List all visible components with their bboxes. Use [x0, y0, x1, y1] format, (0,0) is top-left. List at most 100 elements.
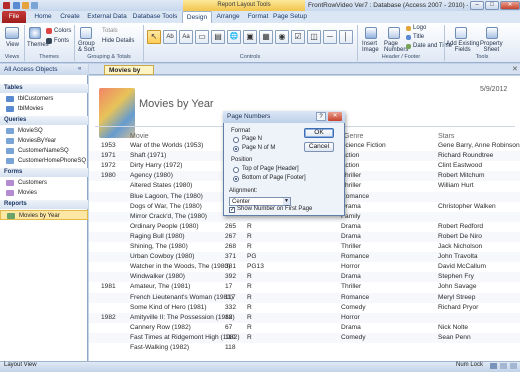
- add-fields-icon[interactable]: [455, 27, 467, 39]
- table-row[interactable]: 1981 Amateur, The (1981) 17 R Thriller John S…: [89, 282, 520, 292]
- nav-group-forms[interactable]: Forms: [0, 168, 88, 177]
- column-header-genre[interactable]: Genre: [344, 133, 363, 140]
- nav-item-customers[interactable]: Customers: [0, 178, 88, 188]
- option-button-control[interactable]: ◉: [275, 30, 289, 44]
- navigation-control[interactable]: ▣: [243, 30, 257, 44]
- top-of-page-radio[interactable]: [233, 167, 239, 173]
- nav-item-movies[interactable]: Movies: [0, 188, 88, 198]
- table-row[interactable]: French Lieutenant's Woman (1981) 117 R Roma…: [89, 292, 520, 303]
- row-genre[interactable]: Drama: [341, 323, 433, 333]
- row-rating[interactable]: R: [247, 313, 273, 323]
- attachment-control[interactable]: ◫: [307, 30, 321, 44]
- show-first-page-checkbox[interactable]: ✓: [229, 207, 235, 213]
- row-rating[interactable]: PG: [247, 252, 273, 262]
- row-stars[interactable]: Clint Eastwood: [438, 161, 520, 171]
- row-number[interactable]: 267: [225, 232, 243, 242]
- minimize-button[interactable]: –: [470, 1, 484, 10]
- tab-page-setup[interactable]: Page Setup: [272, 11, 308, 23]
- line-control[interactable]: ─: [323, 30, 337, 44]
- row-rating[interactable]: R: [247, 333, 273, 343]
- nav-pane-header[interactable]: All Access Objects: [0, 64, 88, 75]
- report-title[interactable]: Movies by Year: [139, 98, 214, 110]
- access-app-icon[interactable]: [3, 2, 10, 9]
- document-tab-movies-by-year[interactable]: Movies by Year: [104, 65, 154, 83]
- close-document-icon[interactable]: ✕: [512, 65, 518, 73]
- row-stars[interactable]: Sean Penn: [438, 333, 520, 343]
- table-row[interactable]: Urban Cowboy (1980) 371 PG Romance John Trav…: [89, 252, 520, 263]
- design-view-icon[interactable]: [500, 363, 507, 369]
- row-genre[interactable]: Horror: [341, 313, 433, 323]
- row-rating[interactable]: R: [247, 272, 273, 282]
- totals-button[interactable]: Totals: [102, 28, 118, 34]
- themes-icon[interactable]: [29, 27, 41, 39]
- row-stars[interactable]: Richard Pryor: [438, 303, 520, 313]
- nav-item-customernamesq[interactable]: CustomerNameSQ: [0, 146, 88, 156]
- row-rating[interactable]: R: [247, 323, 273, 333]
- row-genre[interactable]: Horror: [341, 262, 433, 272]
- table-row[interactable]: Raging Bull (1980) 267 R Drama Robert De Nir…: [89, 231, 520, 242]
- tab-control[interactable]: ▤: [211, 30, 225, 44]
- table-row[interactable]: Fast Times at Ridgemont High (1982) 110 R C…: [89, 332, 520, 343]
- insert-image-button[interactable]: Insert Image: [362, 41, 379, 53]
- row-rating[interactable]: R: [247, 282, 273, 292]
- row-stars[interactable]: Robert Mitchum: [438, 171, 520, 181]
- table-row[interactable]: 1982 Amityville II: The Possession (1982)…: [89, 312, 520, 323]
- row-genre[interactable]: Science Fiction: [341, 141, 433, 151]
- report-date[interactable]: 5/9/2012: [480, 86, 507, 93]
- row-stars[interactable]: Richard Roundtree: [438, 151, 520, 161]
- page-n-of-m-radio[interactable]: [233, 146, 239, 152]
- bottom-of-page-radio[interactable]: [233, 176, 239, 182]
- row-number[interactable]: 381: [225, 262, 243, 272]
- button-control[interactable]: ▭: [195, 30, 209, 44]
- row-rating[interactable]: R: [247, 232, 273, 242]
- row-genre[interactable]: Comedy: [341, 333, 433, 343]
- group-sort-icon[interactable]: [80, 27, 92, 39]
- row-stars[interactable]: Robert De Niro: [438, 232, 520, 242]
- row-stars[interactable]: John Travolta: [438, 252, 520, 262]
- tab-create[interactable]: Create: [56, 11, 84, 23]
- nav-item-tblmovies[interactable]: tblMovies: [0, 104, 88, 114]
- table-row[interactable]: Some Kind of Hero (1981) 332 R Comedy Richar…: [89, 303, 520, 313]
- row-stars[interactable]: Nick Nolte: [438, 323, 520, 333]
- row-year[interactable]: 1971: [101, 151, 127, 161]
- layout-view-icon[interactable]: [490, 363, 497, 369]
- tab-database-tools[interactable]: Database Tools: [130, 11, 180, 23]
- row-number[interactable]: 265: [225, 222, 243, 232]
- row-year[interactable]: 1981: [101, 282, 127, 292]
- print-preview-icon[interactable]: [510, 363, 517, 369]
- undo-icon[interactable]: [22, 2, 29, 9]
- save-icon[interactable]: [13, 2, 20, 9]
- checkbox-control[interactable]: ☑: [291, 30, 305, 44]
- nav-item-tblcustomers[interactable]: tblCustomers: [0, 94, 88, 104]
- tab-file[interactable]: File: [2, 11, 26, 23]
- alignment-select[interactable]: Center: [229, 197, 291, 206]
- ok-button[interactable]: OK: [304, 128, 334, 138]
- row-stars[interactable]: Meryl Streep: [438, 293, 520, 303]
- property-sheet-icon[interactable]: [486, 27, 498, 39]
- tab-format[interactable]: Format: [244, 11, 272, 23]
- row-year[interactable]: 1982: [101, 313, 127, 323]
- nav-group-queries[interactable]: Queries: [0, 116, 88, 125]
- row-genre[interactable]: Drama: [341, 232, 433, 242]
- select-pointer-control[interactable]: ↖: [147, 30, 161, 44]
- show-first-page-label[interactable]: Show Number on First Page: [237, 206, 312, 212]
- page-n-label[interactable]: Page N: [242, 136, 262, 142]
- row-stars[interactable]: David McCallum: [438, 262, 520, 272]
- row-year[interactable]: 1980: [101, 171, 127, 181]
- top-of-page-label[interactable]: Top of Page [Header]: [242, 166, 299, 172]
- row-genre[interactable]: Drama: [341, 272, 433, 282]
- hyperlink-control[interactable]: 🌐: [227, 30, 241, 44]
- tab-arrange[interactable]: Arrange: [213, 11, 243, 23]
- row-stars[interactable]: Robert Redford: [438, 222, 520, 232]
- row-genre[interactable]: Family: [341, 212, 433, 222]
- row-rating[interactable]: R: [247, 293, 273, 303]
- row-genre[interactable]: Action: [341, 161, 433, 171]
- row-number[interactable]: 117: [225, 293, 243, 303]
- row-stars[interactable]: Jack Nicholson: [438, 242, 520, 252]
- property-sheet-button[interactable]: Property Sheet: [480, 41, 503, 53]
- row-number[interactable]: 392: [225, 272, 243, 282]
- nav-collapse-icon[interactable]: «: [78, 66, 81, 72]
- insert-image-icon[interactable]: [365, 27, 377, 39]
- row-stars[interactable]: William Hurt: [438, 181, 520, 191]
- textbox-control[interactable]: Ab: [163, 30, 177, 44]
